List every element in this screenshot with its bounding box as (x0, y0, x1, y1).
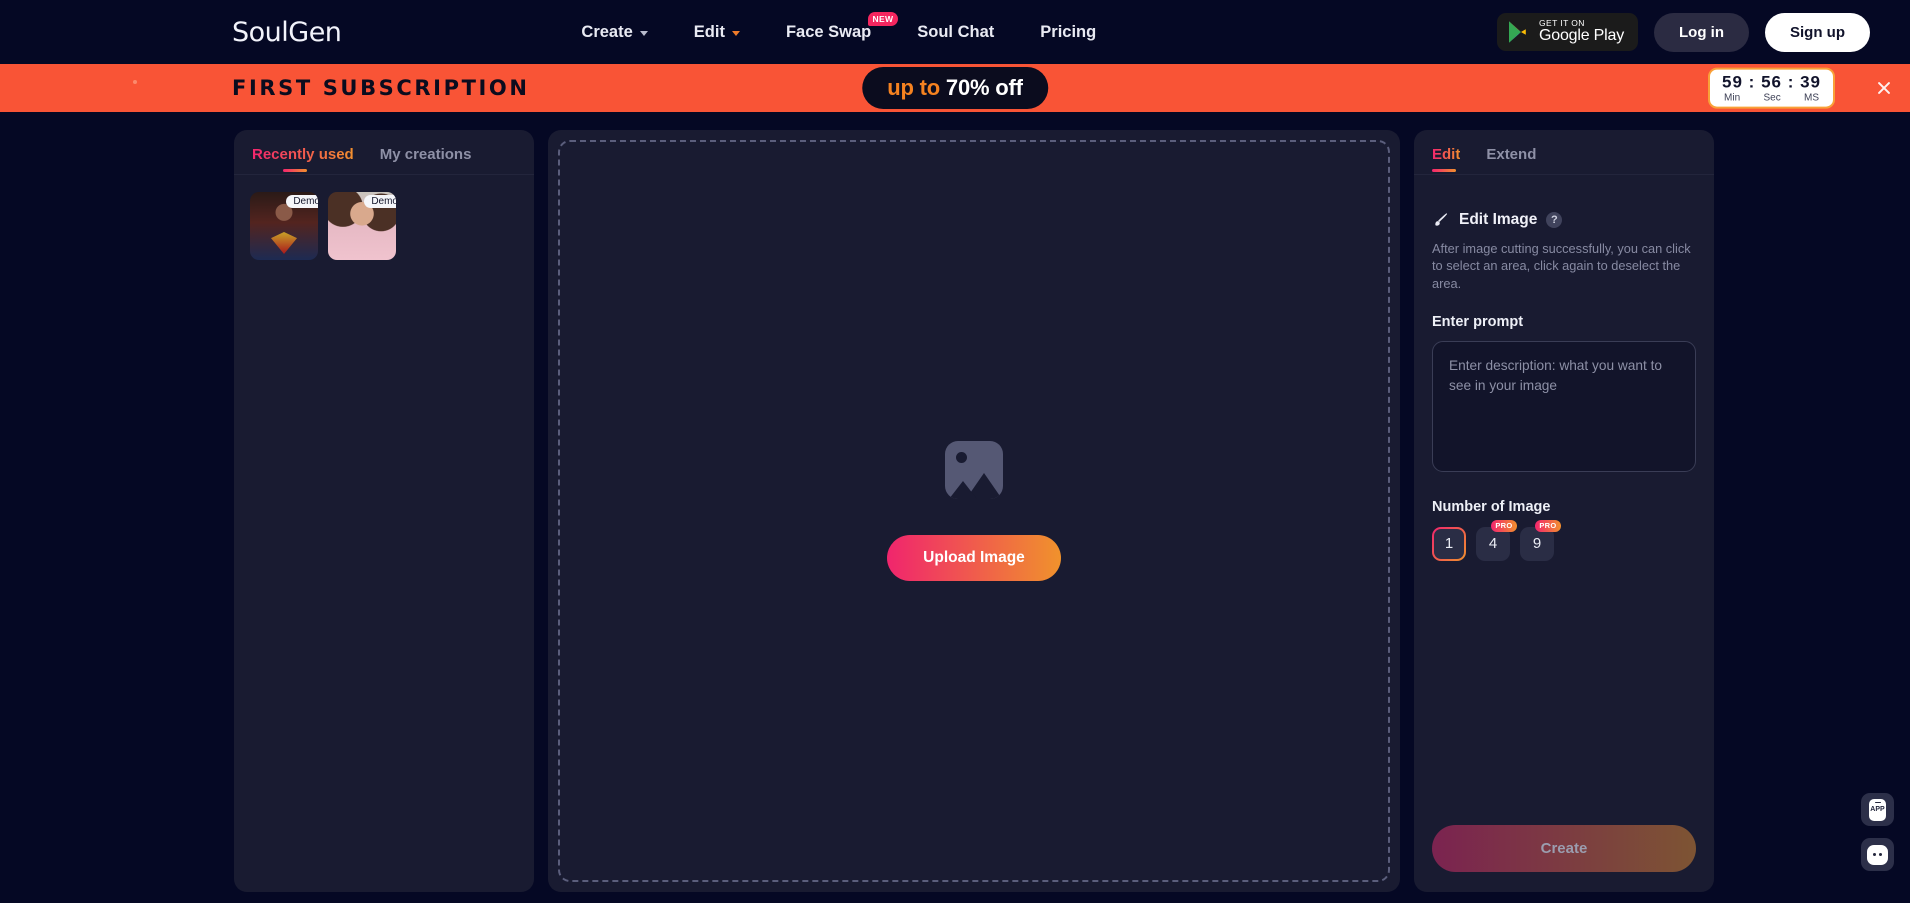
nav-item-create[interactable]: Create (581, 22, 648, 42)
nav-item-pricing[interactable]: Pricing (1040, 23, 1096, 42)
nav-right-actions: GET IT ON Google Play Log in Sign up (1497, 12, 1870, 52)
edit-image-description: After image cutting successfully, you ca… (1432, 241, 1691, 291)
promo-title: FIRST SUBSCRIPTION (232, 76, 530, 100)
tab-my-creations[interactable]: My creations (380, 146, 472, 174)
promo-discount-pill[interactable]: up to 70% off (862, 67, 1048, 109)
google-play-big-label: Google Play (1539, 27, 1624, 45)
demo-badge: Demo (364, 195, 396, 208)
nav-item-soul-chat[interactable]: Soul Chat (917, 23, 994, 42)
primary-nav-links: Create Edit Face Swap NEW Soul Chat Pric… (581, 11, 1096, 42)
promo-pill-prefix: up to (887, 75, 946, 100)
number-option-9-value: 9 (1532, 535, 1542, 553)
left-sidebar-panel: Recently used My creations Demo Demo (234, 130, 534, 892)
chevron-down-icon (731, 30, 740, 36)
chevron-down-icon (639, 30, 648, 36)
nav-item-edit-label: Edit (693, 22, 725, 41)
promo-countdown-timer: 59 : 56 : 39 Min Sec MS (1708, 67, 1835, 109)
prompt-label: Enter prompt (1432, 313, 1524, 330)
prompt-input[interactable] (1432, 340, 1696, 472)
thumbnail-item[interactable]: Demo (328, 192, 396, 260)
number-option-1-value: 1 (1444, 535, 1454, 553)
nav-item-face-swap[interactable]: Face Swap NEW (785, 11, 899, 42)
number-option-4[interactable]: PRO 4 (1476, 519, 1517, 561)
number-of-image-label: Number of Image (1432, 498, 1551, 515)
brand-logo[interactable]: SoulGen (232, 17, 342, 48)
floating-action-buttons: APP (1861, 793, 1894, 871)
signup-button[interactable]: Sign up (1765, 12, 1870, 52)
edit-image-header: Edit Image ? (1432, 211, 1696, 229)
image-dropzone[interactable]: Upload Image (558, 140, 1390, 882)
pro-badge: PRO (1490, 519, 1517, 532)
help-icon[interactable]: ? (1546, 212, 1563, 228)
google-play-button[interactable]: GET IT ON Google Play (1497, 13, 1638, 51)
edit-image-title: Edit Image (1459, 211, 1538, 228)
number-option-9[interactable]: PRO 9 (1520, 519, 1561, 561)
thumbnail-item[interactable]: Demo (250, 192, 318, 260)
countdown-sec-label: Sec (1763, 92, 1781, 104)
right-panel-body: Edit Image ? After image cutting success… (1414, 175, 1714, 892)
nav-item-edit[interactable]: Edit (694, 23, 740, 42)
number-option-4-value: 4 (1488, 535, 1498, 553)
countdown-min-label: Min (1724, 92, 1741, 104)
google-play-icon (1509, 21, 1526, 43)
countdown-value: 59 : 56 : 39 (1722, 72, 1821, 92)
create-button[interactable]: Create (1432, 825, 1696, 872)
right-settings-panel: Edit Extend Edit Image ? After image cut… (1414, 130, 1714, 892)
nav-item-create-label: Create (581, 22, 633, 41)
countdown-ms-label: MS (1804, 92, 1819, 104)
thumbnail-list: Demo Demo (234, 175, 534, 277)
demo-badge: Demo (286, 195, 318, 208)
number-of-image-options: 1 PRO 4 PRO 9 (1432, 519, 1696, 561)
promo-pill-highlight: 70% off (945, 75, 1023, 100)
pro-badge: PRO (1534, 519, 1561, 532)
top-navigation-bar: SoulGen Create Edit Face Swap NEW Soul C… (0, 0, 1910, 64)
promo-banner: FIRST SUBSCRIPTION up to 70% off 59 : 56… (0, 64, 1910, 112)
close-icon[interactable] (1876, 80, 1892, 96)
tab-extend[interactable]: Extend (1486, 146, 1536, 174)
promo-decor-dot (133, 80, 137, 84)
new-badge: NEW (867, 11, 899, 26)
chat-bubble-icon (1867, 844, 1888, 865)
tab-edit[interactable]: Edit (1432, 146, 1460, 174)
image-icon-sun (956, 452, 967, 463)
login-button[interactable]: Log in (1654, 12, 1749, 52)
canvas-panel: Upload Image (548, 130, 1400, 892)
image-placeholder-icon (945, 441, 1003, 499)
nav-item-face-swap-label: Face Swap (785, 22, 872, 41)
right-panel-tabs: Edit Extend (1414, 130, 1714, 175)
phone-app-icon: APP (1869, 798, 1886, 821)
left-panel-tabs: Recently used My creations (234, 130, 534, 175)
number-option-1[interactable]: 1 (1432, 527, 1466, 561)
tab-recently-used[interactable]: Recently used (252, 146, 354, 174)
magic-brush-icon (1435, 213, 1448, 226)
image-icon-mountain-small (949, 481, 977, 499)
nav-item-pricing-label: Pricing (1040, 22, 1097, 41)
nav-item-soul-chat-label: Soul Chat (917, 22, 995, 41)
workspace: Recently used My creations Demo Demo Upl… (0, 112, 1910, 903)
upload-image-button[interactable]: Upload Image (887, 535, 1061, 581)
chat-support-button[interactable] (1861, 838, 1894, 871)
app-download-button[interactable]: APP (1861, 793, 1894, 826)
